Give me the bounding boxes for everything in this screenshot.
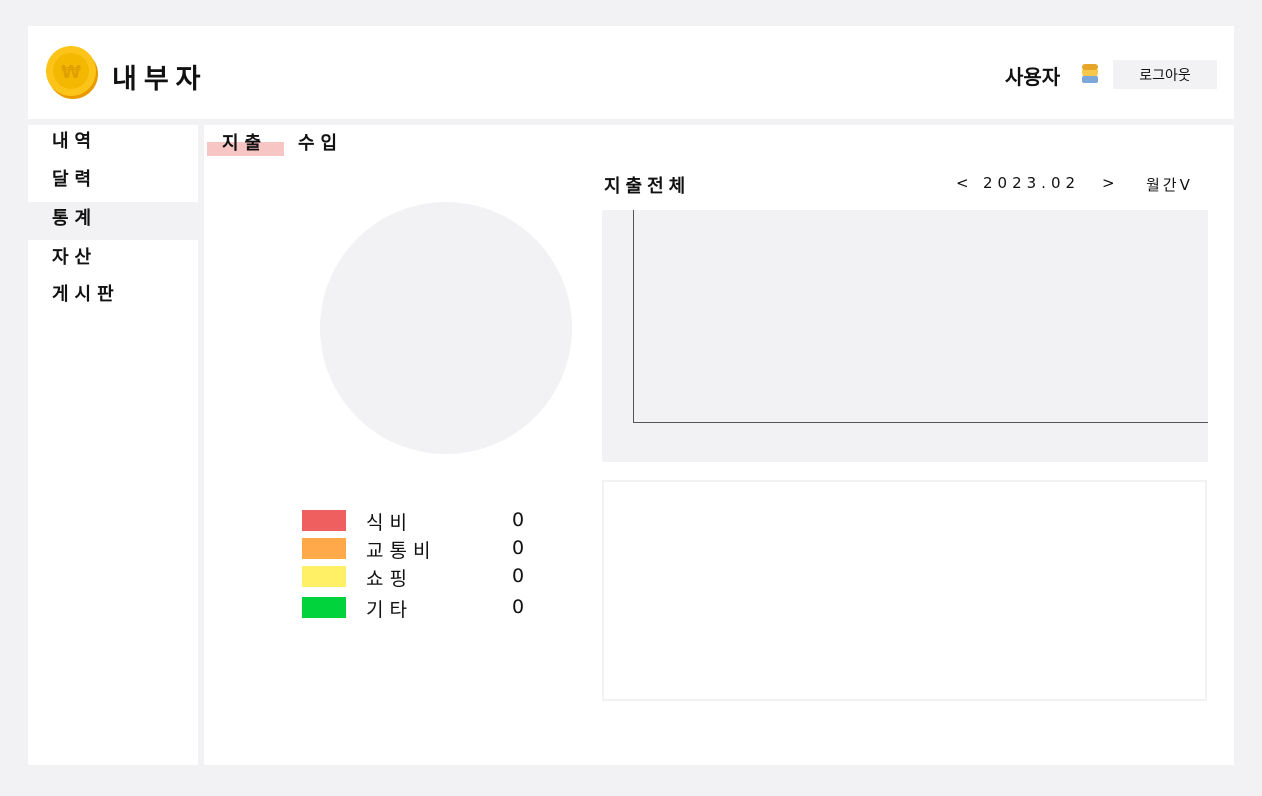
- legend-value: 0: [512, 509, 525, 531]
- legend-label: 식비: [366, 512, 413, 534]
- legend-item: 식비 0: [302, 508, 542, 534]
- tab-expense[interactable]: 지출: [222, 129, 267, 155]
- legend-label: 교통비: [366, 540, 437, 562]
- main-panel: 지출 수입 식비 0 교통비 0 쇼핑 0 기타 0 지출전체 < 2023.0…: [204, 125, 1234, 765]
- legend-value: 0: [512, 596, 525, 618]
- legend-item: 쇼핑 0: [302, 564, 542, 590]
- legend-label: 쇼핑: [366, 568, 413, 590]
- prev-month-button[interactable]: <: [956, 174, 969, 192]
- sidebar: 내역 달력 통계 자산 게시판: [28, 125, 198, 765]
- pie-chart: [320, 202, 572, 454]
- detail-panel: [602, 480, 1207, 701]
- current-month: 2023.02: [983, 174, 1081, 192]
- legend-swatch: [302, 510, 346, 531]
- won-coin-icon: ₩: [46, 46, 98, 99]
- x-axis: [633, 422, 1208, 423]
- tab-income[interactable]: 수입: [298, 129, 343, 155]
- legend-value: 0: [512, 537, 525, 559]
- chart-title: 지출전체: [604, 176, 691, 197]
- sidebar-item-statistics[interactable]: 통계: [28, 202, 198, 240]
- sidebar-item-calendar[interactable]: 달력: [28, 163, 198, 201]
- legend-swatch: [302, 566, 346, 587]
- line-chart: [602, 210, 1208, 462]
- legend-value: 0: [512, 565, 525, 587]
- legend-item: 기타 0: [302, 595, 542, 621]
- svg-text:₩: ₩: [61, 62, 81, 83]
- person-emoji-icon: [1082, 64, 1098, 83]
- period-select[interactable]: 월간V: [1146, 174, 1193, 195]
- sidebar-item-board[interactable]: 게시판: [28, 278, 198, 316]
- next-month-button[interactable]: >: [1102, 174, 1115, 192]
- user-name: 사용자: [1005, 65, 1061, 89]
- legend-item: 교통비 0: [302, 536, 542, 562]
- sidebar-item-history[interactable]: 내역: [28, 125, 198, 163]
- header: ₩ 내부자 사용자 로그아웃: [28, 26, 1234, 119]
- logout-button[interactable]: 로그아웃: [1113, 60, 1217, 89]
- legend-swatch: [302, 597, 346, 618]
- brand-title: 내부자: [112, 64, 208, 95]
- sidebar-item-assets[interactable]: 자산: [28, 241, 198, 279]
- y-axis: [633, 210, 634, 423]
- legend-swatch: [302, 538, 346, 559]
- legend-label: 기타: [366, 599, 413, 621]
